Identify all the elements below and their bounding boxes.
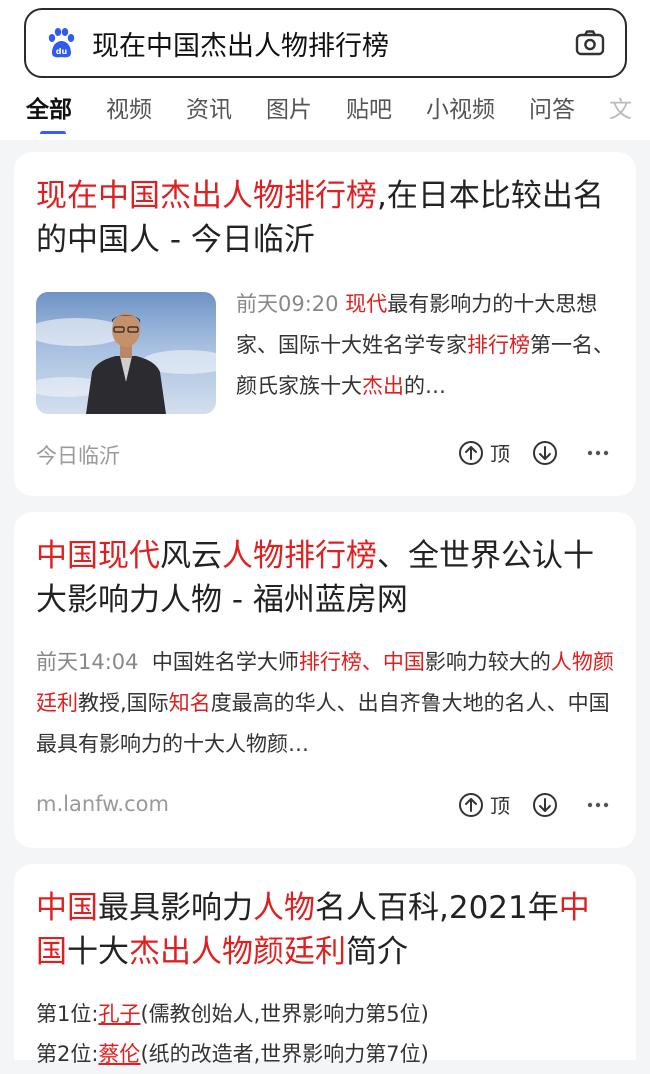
title-text[interactable]: 名人百科,2021年 <box>315 890 559 926</box>
snippet-highlight: 、 <box>361 650 383 674</box>
snippet-highlight: 排行榜 <box>298 650 362 674</box>
tab-tieba[interactable]: 贴吧 <box>346 86 392 124</box>
result-card[interactable]: 中国最具影响力人物名人百科,2021年中国十大杰出人物颜廷利简介 第1位:孔子(… <box>14 864 636 1066</box>
result-thumbnail[interactable] <box>36 292 216 414</box>
snippet-text: 影响力较大的 <box>424 650 551 674</box>
title-highlight[interactable]: 中国 <box>36 890 98 926</box>
header: du 现在中国杰出人物排行榜 全部 视频 资讯 图片 贴吧 小视频 问答 文 <box>0 0 650 140</box>
result-title[interactable]: 中国最具影响力人物名人百科,2021年中国十大杰出人物颜廷利简介 <box>14 864 636 974</box>
snippet-highlight: 排行榜 <box>467 333 530 357</box>
tab-qa[interactable]: 问答 <box>529 86 575 124</box>
result-card[interactable]: 现在中国杰出人物排行榜,在日本比较出名的中国人 - 今日临沂 前天09:20 现… <box>14 152 636 496</box>
result-actions: 顶 <box>436 790 616 819</box>
title-text[interactable]: 简介 <box>346 934 408 970</box>
svg-text:du: du <box>56 47 68 56</box>
result-title[interactable]: 中国现代风云人物排行榜、全世界公认十大影响力人物 - 福州蓝房网 <box>14 512 636 622</box>
arrow-down-circle-icon <box>533 440 557 465</box>
title-text[interactable]: 最具影响力 <box>98 890 253 926</box>
search-input[interactable]: 现在中国杰出人物排行榜 <box>92 24 573 63</box>
tab-news[interactable]: 资讯 <box>186 86 232 124</box>
arrow-up-circle-icon <box>459 440 483 465</box>
result-time: 前天14:04 <box>36 650 139 674</box>
upvote-label: 顶 <box>490 794 510 818</box>
list-item: 第1位:孔子(儒教创始人,世界影响力第5位) <box>36 994 620 1034</box>
result-snippet: 前天09:20 现代最有影响力的十大思想家、国际十大姓名学专家排行榜第一名、颜氏… <box>236 284 618 407</box>
snippet-text: 的… <box>404 374 446 398</box>
baidu-paw-icon[interactable]: du <box>44 26 78 60</box>
result-source[interactable]: m.lanfw.com <box>36 792 169 816</box>
more-dots-icon <box>587 450 609 455</box>
upvote-button[interactable]: 顶 <box>458 438 510 467</box>
tab-all[interactable]: 全部 <box>26 86 72 134</box>
list-name[interactable]: 蔡伦 <box>98 1042 140 1066</box>
list-prefix: 第1位: <box>36 1002 99 1026</box>
result-source[interactable]: 今日临沂 <box>36 440 120 470</box>
title-text[interactable]: 十大 <box>67 934 129 970</box>
title-highlight[interactable]: 人物 <box>253 890 315 926</box>
more-button[interactable] <box>586 448 616 458</box>
tab-more[interactable]: 文 <box>609 86 632 124</box>
list-item: 第2位:蔡伦(纸的改造者,世界影响力第7位) <box>36 1034 620 1074</box>
result-card[interactable]: 中国现代风云人物排行榜、全世界公认十大影响力人物 - 福州蓝房网 前天14:04… <box>14 512 636 848</box>
result-time: 前天09:20 <box>236 292 339 316</box>
result-actions: 顶 <box>436 438 616 467</box>
search-box[interactable]: du 现在中国杰出人物排行榜 <box>24 8 627 78</box>
more-button[interactable] <box>586 800 616 810</box>
downvote-button[interactable] <box>532 792 564 818</box>
downvote-button[interactable] <box>532 440 564 466</box>
snippet-text: 教授,国际 <box>78 691 169 715</box>
title-text[interactable]: 风云 <box>160 538 222 574</box>
arrow-down-circle-icon <box>533 792 557 817</box>
snippet-highlight: 杰出 <box>362 374 404 398</box>
snippet-text: 中国姓名学大师 <box>151 650 299 674</box>
upvote-label: 顶 <box>490 442 510 466</box>
upvote-button[interactable]: 顶 <box>458 790 510 819</box>
result-list: 第1位:孔子(儒教创始人,世界影响力第5位) 第2位:蔡伦(纸的改造者,世界影响… <box>36 994 620 1074</box>
title-highlight[interactable]: 杰出人物颜廷利 <box>129 934 346 970</box>
result-snippet: 前天14:04 中国姓名学大师排行榜、中国影响力较大的人物颜廷利教授,国际知名度… <box>36 642 620 765</box>
tab-bar: 全部 视频 资讯 图片 贴吧 小视频 问答 文 <box>0 86 650 134</box>
tab-video[interactable]: 视频 <box>106 86 152 124</box>
tab-images[interactable]: 图片 <box>266 86 312 124</box>
tab-short-video[interactable]: 小视频 <box>426 86 495 124</box>
more-dots-icon <box>587 802 609 807</box>
snippet-highlight: 中国 <box>382 650 425 674</box>
snippet-highlight: 现代 <box>345 292 388 316</box>
list-prefix: 第2位: <box>36 1042 99 1066</box>
camera-icon[interactable] <box>573 26 607 60</box>
snippet-highlight: 知名 <box>168 691 211 715</box>
list-desc: (纸的改造者,世界影响力第7位) <box>140 1042 429 1066</box>
result-title[interactable]: 现在中国杰出人物排行榜,在日本比较出名的中国人 - 今日临沂 <box>14 152 636 262</box>
list-name[interactable]: 孔子 <box>98 1002 140 1026</box>
title-highlight[interactable]: 中国现代 <box>36 538 160 574</box>
arrow-up-circle-icon <box>459 792 483 817</box>
list-desc: (儒教创始人,世界影响力第5位) <box>140 1002 429 1026</box>
title-highlight[interactable]: 现在中国杰出人物排行榜 <box>36 178 377 214</box>
title-highlight[interactable]: 人物排行榜 <box>222 538 377 574</box>
